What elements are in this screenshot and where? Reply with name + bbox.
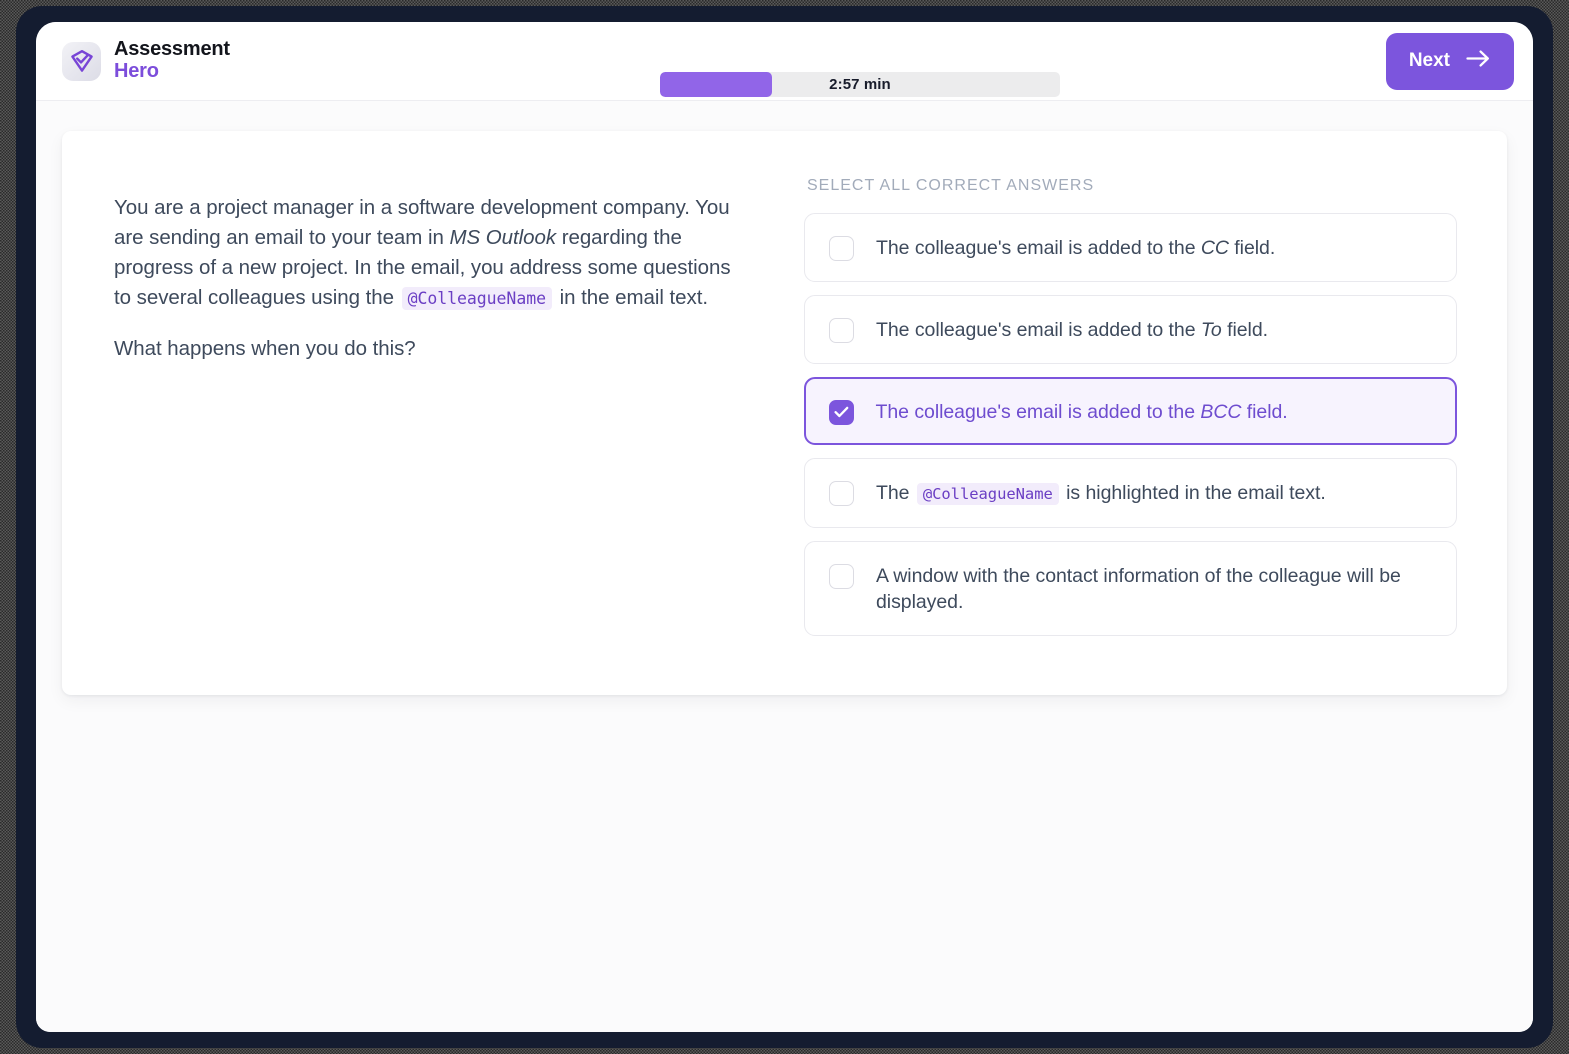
stem-text-c: in the email text. xyxy=(553,286,708,309)
stem-paragraph-2: What happens when you do this? xyxy=(114,337,416,360)
answer-label-1: The colleague's email is added to the CC… xyxy=(876,234,1275,261)
answer-text-2b: field. xyxy=(1221,319,1268,341)
answer-option-5[interactable]: A window with the contact information of… xyxy=(804,541,1457,636)
answer-label-3: The colleague's email is added to the BC… xyxy=(876,398,1288,425)
answer-text-4a: The xyxy=(876,482,915,504)
question-card: You are a project manager in a software … xyxy=(62,131,1507,695)
answer-text-3a: The colleague's email is added to the xyxy=(875,400,1201,423)
next-button-label: Next xyxy=(1408,50,1450,71)
app-header: Assessment Hero 2:57 min Next xyxy=(36,22,1533,101)
assessment-window: Assessment Hero 2:57 min Next You are a … xyxy=(36,22,1533,1032)
answers-panel: SELECT ALL CORRECT ANSWERS The colleague… xyxy=(804,177,1457,649)
answer-text-1b: field. xyxy=(1228,237,1276,259)
answer-text-4c: is highlighted in the email text. xyxy=(1060,482,1326,504)
answer-emphasis-3: BCC xyxy=(1200,400,1242,423)
answer-checkbox-2[interactable] xyxy=(829,318,854,343)
main-content: You are a project manager in a software … xyxy=(36,101,1533,1032)
answer-option-3[interactable]: The colleague's email is added to the BC… xyxy=(804,377,1457,445)
answer-checkbox-5[interactable] xyxy=(829,564,854,589)
answer-checkbox-1[interactable] xyxy=(829,236,854,261)
stem-emphasis-outlook: MS Outlook xyxy=(449,226,557,249)
timer-label: 2:57 min xyxy=(829,76,891,93)
answer-checkbox-4[interactable] xyxy=(829,481,854,506)
assessment-timer: 2:57 min xyxy=(660,72,1060,97)
answer-text-3b: field. xyxy=(1241,400,1288,423)
answer-text-2a: The colleague's email is added to the xyxy=(876,319,1201,341)
arrow-right-icon xyxy=(1466,49,1491,73)
answer-option-2[interactable]: The colleague's email is added to the To… xyxy=(804,295,1457,364)
answer-code-colleaguename: @ColleagueName xyxy=(916,483,1059,505)
check-icon xyxy=(833,406,848,418)
answer-label-2: The colleague's email is added to the To… xyxy=(876,316,1268,343)
answer-option-1[interactable]: The colleague's email is added to the CC… xyxy=(804,213,1457,282)
stem-code-colleaguename: @ColleagueName xyxy=(401,287,552,310)
answers-heading: SELECT ALL CORRECT ANSWERS xyxy=(807,177,1095,194)
answer-option-4[interactable]: The @ColleagueName is highlighted in the… xyxy=(804,458,1457,528)
answer-text-1a: The colleague's email is added to the xyxy=(876,237,1201,259)
brand-logo: Assessment Hero xyxy=(62,39,230,82)
next-button[interactable]: Next xyxy=(1385,32,1514,90)
answer-label-5: A window with the contact information of… xyxy=(876,565,1401,613)
answer-emphasis-2: To xyxy=(1200,319,1222,341)
answer-emphasis-1: CC xyxy=(1200,237,1229,259)
answer-label-4: The @ColleagueName is highlighted in the… xyxy=(876,479,1326,507)
brand-name-primary: Assessment xyxy=(114,38,230,61)
stem-paragraph-1: You are a project manager in a software … xyxy=(114,193,734,314)
question-stem: You are a project manager in a software … xyxy=(114,177,734,649)
shield-check-icon xyxy=(62,41,101,81)
brand-name-secondary: Hero xyxy=(114,60,159,82)
answer-checkbox-3[interactable] xyxy=(828,399,854,425)
